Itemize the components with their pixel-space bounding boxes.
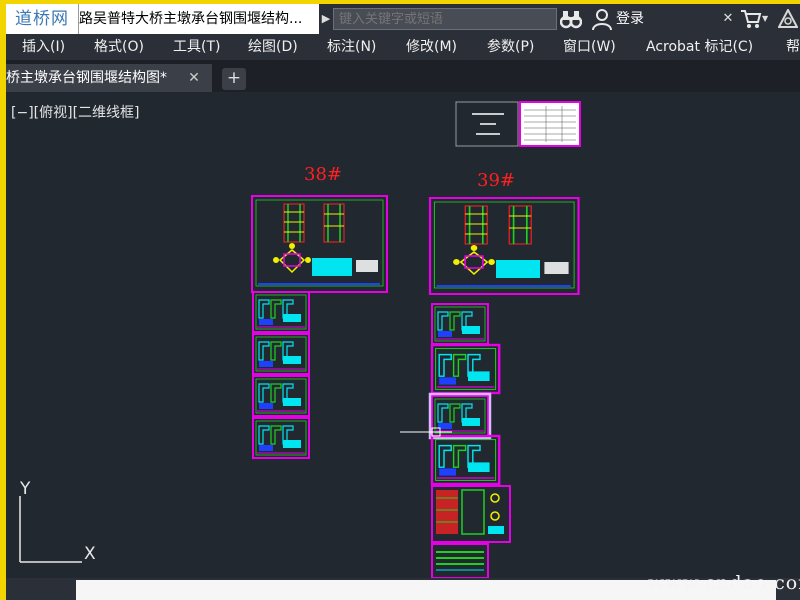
menu-window[interactable]: 窗口(W) xyxy=(563,34,616,60)
pier-label-38: 38# xyxy=(304,164,342,185)
drawing-sheet[interactable] xyxy=(252,291,310,333)
menu-parametric[interactable]: 参数(P) xyxy=(487,34,534,60)
drawing-sheet[interactable] xyxy=(431,485,511,543)
menu-tools[interactable]: 工具(T) xyxy=(173,34,220,60)
drawing-sheet[interactable] xyxy=(431,543,489,578)
user-icon[interactable] xyxy=(590,7,614,31)
binoculars-icon[interactable] xyxy=(560,8,582,30)
close-icon[interactable]: ✕ xyxy=(184,64,204,92)
menu-acrobat[interactable]: Acrobat 标记(C) xyxy=(646,34,753,60)
search-input[interactable] xyxy=(333,8,557,30)
menu-insert[interactable]: 插入(I) xyxy=(22,34,65,60)
pier-label-39: 39# xyxy=(477,170,515,191)
chevron-right-icon[interactable]: ▶ xyxy=(319,4,333,34)
drawing-canvas[interactable]: [−][俯视][二维线框] 38# 39# Y X xyxy=(6,92,800,578)
title-bar: 道桥网 路吴普特大桥主墩承台钢围堰结构... ▶ 登录 ✕ ▼ xyxy=(6,4,800,34)
drawing-sheet[interactable] xyxy=(430,434,501,486)
document-tab-bar: 桥主墩承台钢围堰结构图* ✕ + xyxy=(6,60,800,92)
drawing-sheet[interactable] xyxy=(431,303,489,345)
ucs-y-label: Y xyxy=(20,479,31,499)
menu-dimension[interactable]: 标注(N) xyxy=(327,34,376,60)
menu-format[interactable]: 格式(O) xyxy=(94,34,144,60)
app-logo: 道桥网 xyxy=(6,4,78,34)
chevron-down-icon[interactable]: ▼ xyxy=(762,4,772,34)
drawing-sheet[interactable] xyxy=(430,343,501,395)
tab-drawing[interactable]: 桥主墩承台钢围堰结构图* xyxy=(6,64,212,92)
menu-draw[interactable]: 绘图(D) xyxy=(248,34,298,60)
ucs-x-label: X xyxy=(84,544,96,564)
drawing-sheet[interactable] xyxy=(252,333,310,375)
new-tab-button[interactable]: + xyxy=(222,68,246,90)
drawing-sheet[interactable] xyxy=(251,195,388,293)
drawing-sheet[interactable] xyxy=(252,375,310,417)
menu-bar: 插入(I) 格式(O) 工具(T) 绘图(D) 标注(N) 修改(M) 参数(P… xyxy=(6,34,800,60)
menu-modify[interactable]: 修改(M) xyxy=(406,34,457,60)
ucs-icon xyxy=(19,496,82,563)
drawing-sheet[interactable] xyxy=(428,196,580,296)
table-thumbnail xyxy=(519,101,581,147)
document-title: 路吴普特大桥主墩承台钢围堰结构... xyxy=(78,4,319,34)
drawing-graphics xyxy=(19,101,581,578)
login-link[interactable]: 登录 xyxy=(616,4,644,34)
drawing-sheet[interactable] xyxy=(252,417,310,459)
cart-icon[interactable] xyxy=(740,9,762,29)
watermark: www.cndao.com xyxy=(648,572,800,594)
menu-help[interactable]: 帮 xyxy=(786,34,800,60)
triangle-help-icon[interactable] xyxy=(778,9,798,29)
exchange-icon[interactable]: ✕ xyxy=(718,4,738,34)
